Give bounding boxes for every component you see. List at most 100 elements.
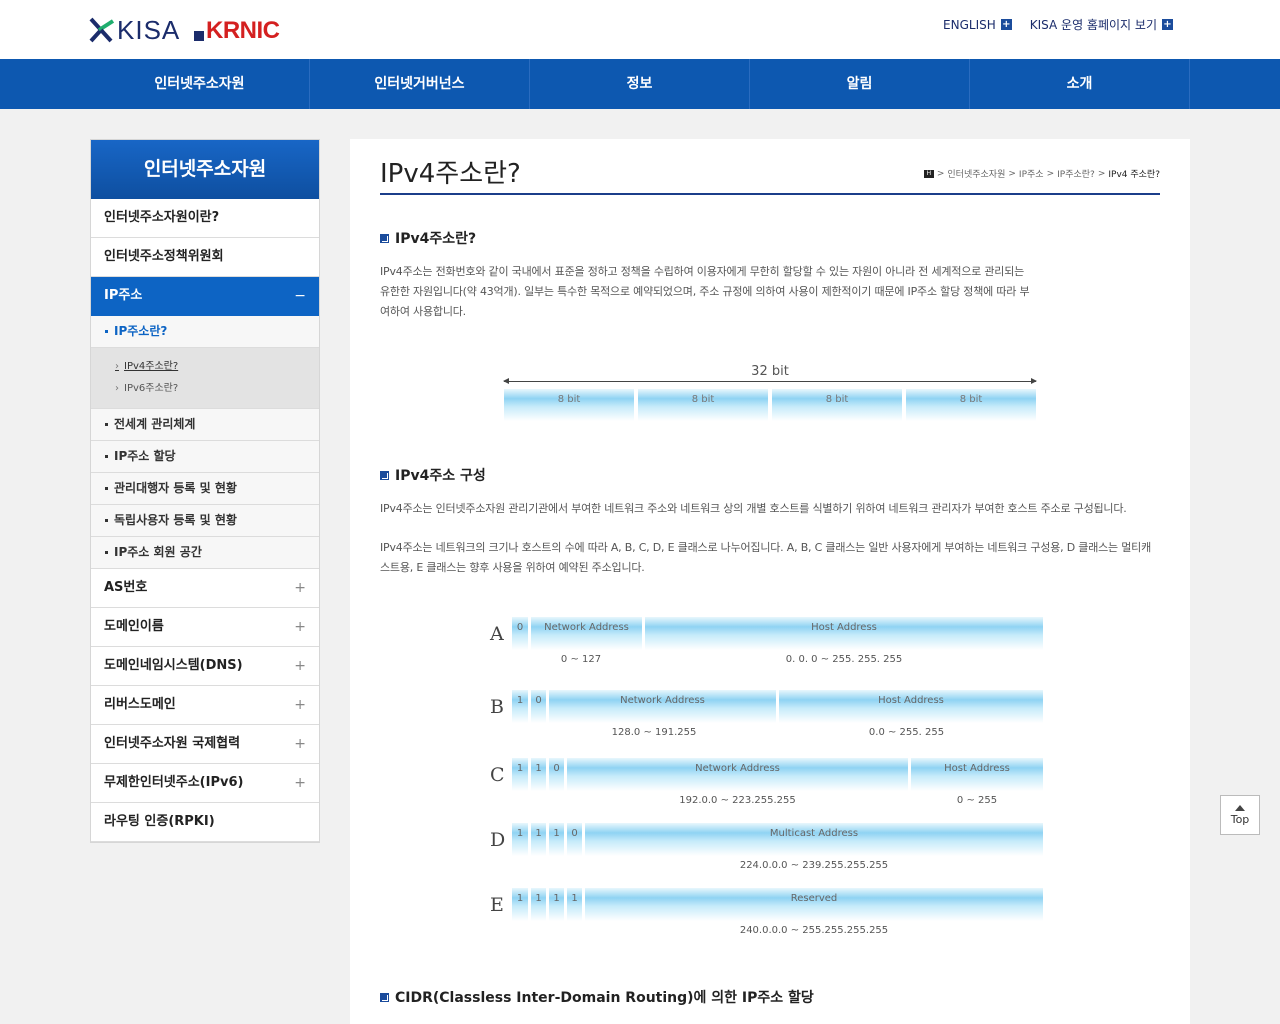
plus-icon: +	[1000, 19, 1012, 30]
main-nav: 인터넷주소자원 인터넷거버넌스 정보 알림 소개	[0, 59, 1280, 109]
net-range: 240.0.0.0 ~ 255.255.255.255	[739, 925, 889, 936]
sidebar-subitem[interactable]: 관리대행자 등록 및 현황	[91, 473, 319, 505]
host-address-cell: Host Address	[779, 690, 1043, 723]
bullet-icon	[105, 551, 108, 554]
class-bit: 1	[531, 823, 546, 856]
nav-item-internet-address[interactable]: 인터넷주소자원	[90, 59, 310, 109]
host-range: 0 ~ 255	[956, 795, 998, 806]
sidebar-item-ip-address[interactable]: IP주소 −	[91, 277, 319, 316]
breadcrumb-current: IPv4 주소란?	[1108, 170, 1160, 180]
sidebar-subsub-group: › IPv4주소란? › IPv6주소란?	[91, 348, 319, 409]
class-letter: B	[490, 696, 504, 718]
bullet-icon	[105, 423, 108, 426]
sidebar-subitem[interactable]: 전세계 관리체계	[91, 409, 319, 441]
breadcrumb: H > 인터넷주소자원 > IP주소 > IP주소란? > IPv4 주소란?	[923, 167, 1160, 180]
sidebar-item[interactable]: 인터넷주소자원 국제협력 +	[91, 725, 319, 764]
network-address-cell: Network Address	[567, 758, 908, 791]
sidebar-subitem[interactable]: IP주소 회원 공간	[91, 537, 319, 569]
krnic-logo-text: KRNIC	[206, 17, 280, 44]
class-bit: 0	[512, 617, 528, 650]
scroll-top-button[interactable]: Top	[1220, 795, 1260, 835]
class-bit: 1	[512, 823, 528, 856]
chevron-right-icon: ›	[115, 383, 119, 394]
sidebar: 인터넷주소자원 인터넷주소자원이란? 인터넷주소정책위원회 IP주소 − IP주소…	[90, 139, 320, 843]
class-letter: C	[490, 764, 505, 786]
sidebar-subitem-active[interactable]: IP주소란?	[91, 316, 319, 348]
nav-item-info[interactable]: 정보	[530, 59, 750, 109]
heading-bullet-icon	[380, 470, 389, 480]
bullet-icon	[105, 519, 108, 522]
sidebar-item[interactable]: 라우팅 인증(RPKI)	[91, 803, 319, 842]
chevron-right-icon: ›	[115, 361, 119, 372]
breadcrumb-item[interactable]: IP주소란?	[1057, 167, 1095, 180]
class-bit: 0	[531, 690, 546, 723]
class-a-diagram: A 0 Network Address Host Address 0 ~ 127…	[490, 617, 1050, 672]
section-heading: CIDR(Classless Inter-Domain Routing)에 의한…	[380, 987, 814, 1007]
page-title: IPv4주소란?	[380, 159, 521, 189]
sidebar-subsub-item-ipv6[interactable]: › IPv6주소란?	[91, 378, 319, 400]
class-bit: 0	[567, 823, 582, 856]
class-bit: 1	[567, 888, 582, 921]
section-body: IPv4주소는 인터넷주소자원 관리기관에서 부여한 네트워크 주소와 네트워크…	[380, 502, 1127, 515]
class-letter: E	[490, 894, 504, 916]
host-address-cell: Host Address	[911, 758, 1043, 791]
heading-bullet-icon	[380, 233, 389, 243]
krnic-logo[interactable]: KRNIC	[194, 17, 280, 44]
bit-cell: 8 bit	[504, 389, 634, 421]
nav-item-notice[interactable]: 알림	[750, 59, 970, 109]
breadcrumb-item[interactable]: 인터넷주소자원	[947, 167, 1005, 180]
sidebar-item[interactable]: AS번호 +	[91, 569, 319, 608]
plus-icon: +	[1162, 19, 1173, 30]
sidebar-item[interactable]: 인터넷주소자원이란?	[91, 199, 319, 238]
bit-cell: 8 bit	[772, 389, 902, 421]
double-arrow-icon	[503, 378, 1037, 384]
network-address-cell: Network Address	[549, 690, 776, 723]
class-c-diagram: C 1 1 0 Network Address Host Address 192…	[490, 758, 1050, 813]
class-b-diagram: B 1 0 Network Address Host Address 128.0…	[490, 690, 1050, 745]
bit-cell: 8 bit	[906, 389, 1036, 421]
plus-icon: +	[294, 619, 306, 635]
class-bit: 1	[549, 823, 564, 856]
class-bit: 1	[531, 758, 546, 791]
section-body: IPv4주소는 전화번호와 같이 국내에서 표준을 정하고 정책을 수립하여 이…	[380, 265, 1030, 318]
nav-item-about[interactable]: 소개	[970, 59, 1190, 109]
kisa-logo-mark-icon	[89, 17, 115, 43]
breadcrumb-item[interactable]: IP주소	[1019, 167, 1044, 180]
kisa-homepage-link[interactable]: KISA 운영 홈페이지 보기 +	[1030, 16, 1173, 33]
class-bit: 1	[512, 888, 528, 921]
top-links: ENGLISH + KISA 운영 홈페이지 보기 +	[943, 16, 1173, 33]
sidebar-subsub-item-ipv4[interactable]: › IPv4주소란?	[91, 356, 319, 378]
network-address-cell: Network Address	[531, 617, 642, 650]
net-range: 0 ~ 127	[560, 654, 602, 665]
class-d-diagram: D 1 1 1 0 Multicast Address 224.0.0.0 ~ …	[490, 823, 1050, 878]
sidebar-title: 인터넷주소자원	[91, 140, 319, 199]
class-bit: 1	[512, 690, 528, 723]
net-range: 224.0.0.0 ~ 239.255.255.255	[739, 860, 889, 871]
english-link[interactable]: ENGLISH +	[943, 16, 1012, 33]
bits-label: 32 bit	[751, 364, 789, 379]
home-icon[interactable]: H	[923, 169, 934, 178]
class-bit: 1	[549, 888, 564, 921]
bullet-icon	[105, 455, 108, 458]
plus-icon: +	[294, 697, 306, 713]
sidebar-item[interactable]: 도메인이름 +	[91, 608, 319, 647]
kisa-logo[interactable]: KISA	[89, 14, 181, 45]
bit-cell: 8 bit	[638, 389, 768, 421]
sidebar-item[interactable]: 리버스도메인 +	[91, 686, 319, 725]
sidebar-item[interactable]: 무제한인터넷주소(IPv6) +	[91, 764, 319, 803]
sidebar-subitem[interactable]: IP주소 할당	[91, 441, 319, 473]
sidebar-subitem[interactable]: 독립사용자 등록 및 현황	[91, 505, 319, 537]
sidebar-item[interactable]: 인터넷주소정책위원회	[91, 238, 319, 277]
title-divider	[380, 193, 1160, 195]
heading-bullet-icon	[380, 992, 389, 1002]
host-range: 0. 0. 0 ~ 255. 255. 255	[785, 654, 903, 665]
kisa-logo-text: KISA	[117, 14, 181, 45]
multicast-address-cell: Multicast Address	[585, 823, 1043, 856]
net-range: 192.0.0 ~ 223.255.255	[679, 795, 796, 806]
nav-item-governance[interactable]: 인터넷거버넌스	[310, 59, 530, 109]
plus-icon: +	[294, 736, 306, 752]
reserved-address-cell: Reserved	[585, 888, 1043, 921]
collapse-icon: −	[294, 288, 306, 304]
sidebar-item[interactable]: 도메인네임시스템(DNS) +	[91, 647, 319, 686]
arrow-up-icon	[1235, 805, 1245, 811]
